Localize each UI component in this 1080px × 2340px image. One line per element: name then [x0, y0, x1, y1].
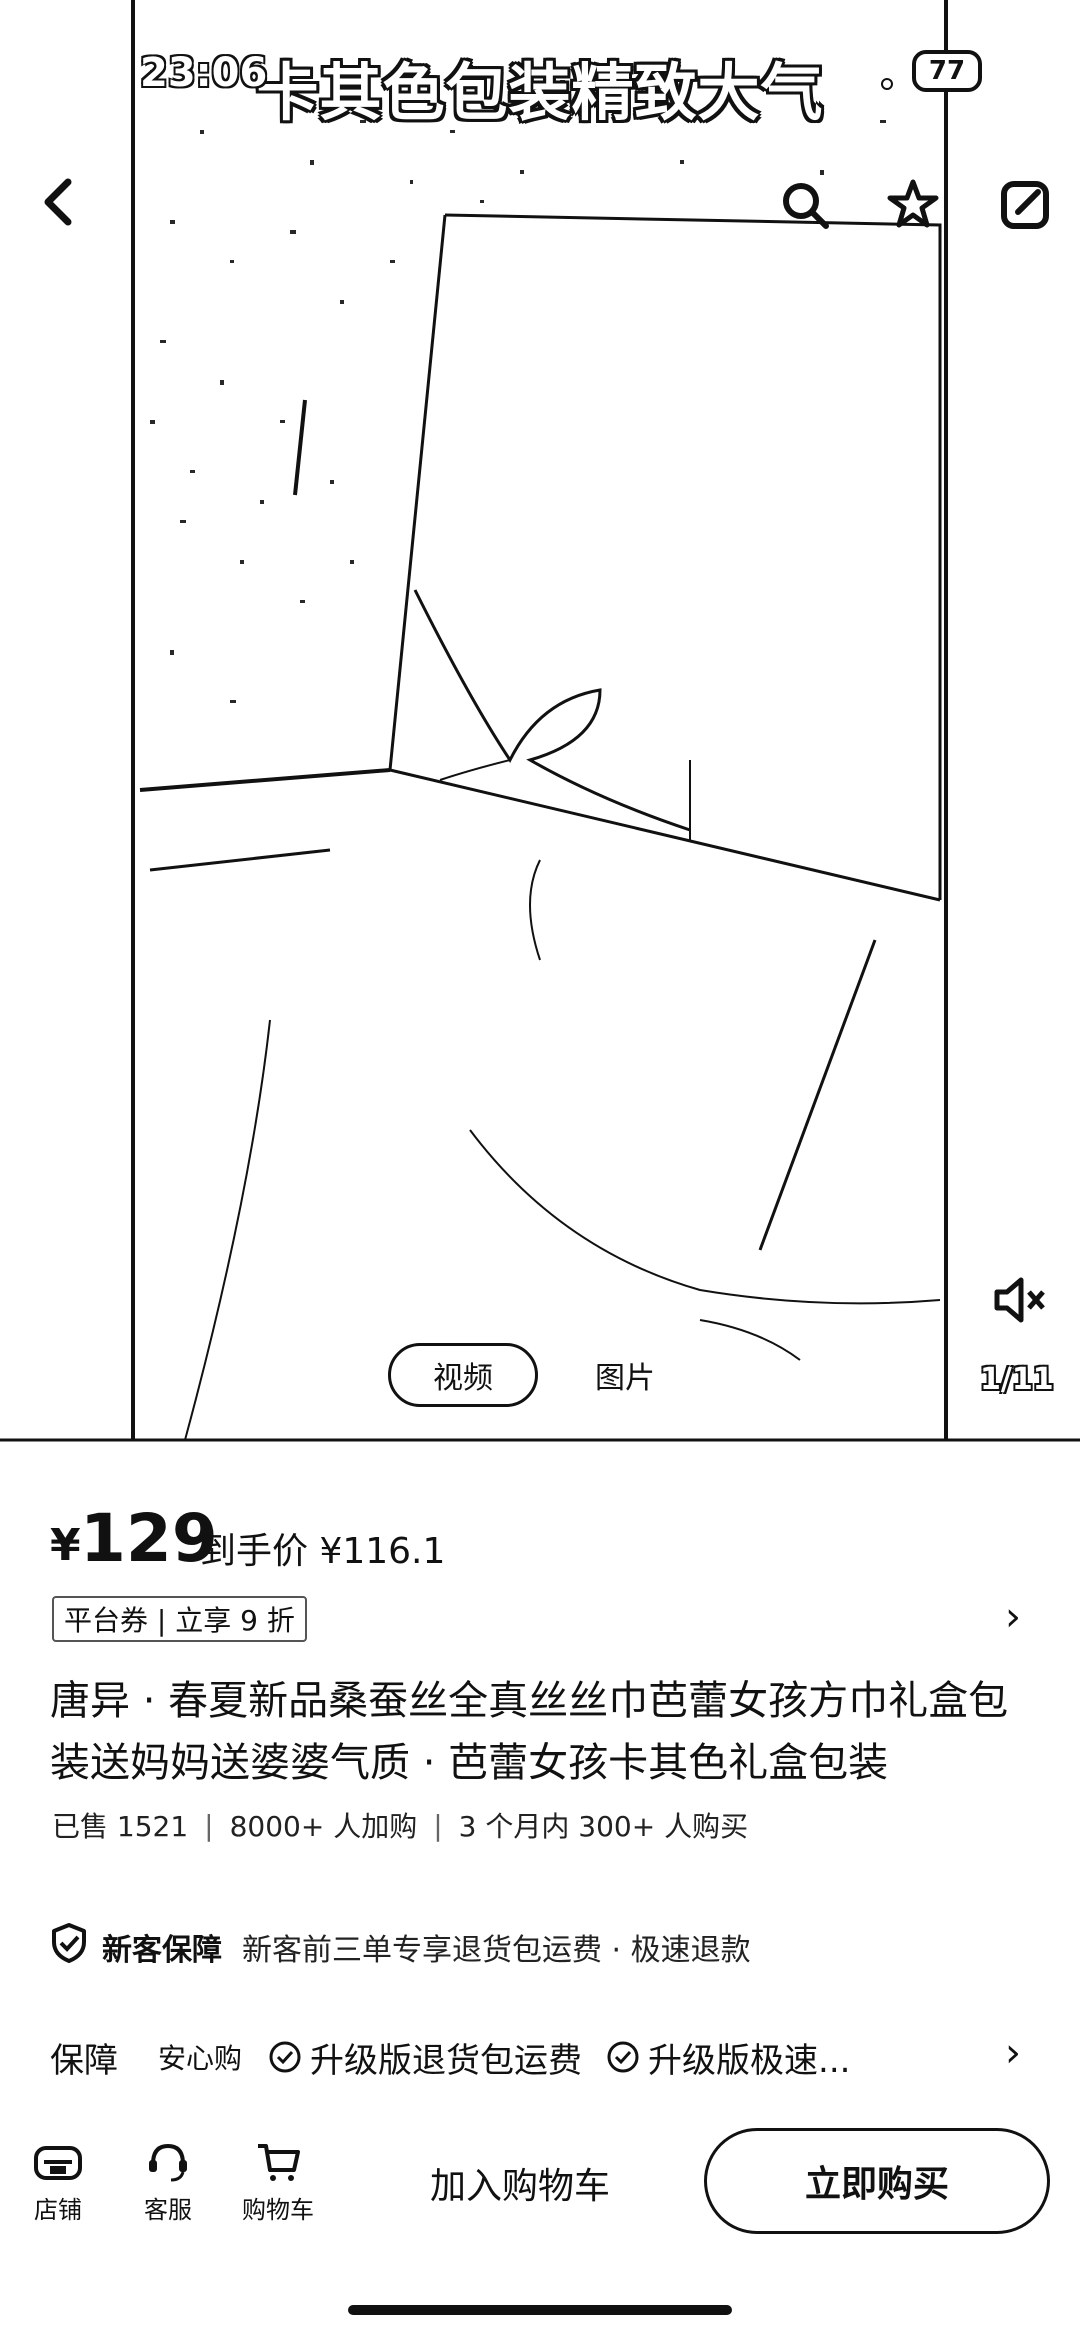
- battery-level: 77: [928, 56, 966, 86]
- coupon-badge[interactable]: 平台券 | 立享 9 折: [52, 1596, 307, 1642]
- assurance-item: 升级版极速...: [606, 2033, 850, 2082]
- product-media[interactable]: 卡其色包装精致大气 23:06 77 视频 图片 1/11: [0, 0, 1080, 1442]
- shop-button[interactable]: 店铺: [8, 2140, 108, 2225]
- assurance-sub: 安心购: [158, 2042, 243, 2075]
- mute-icon[interactable]: [984, 1270, 1054, 1330]
- share-edit-icon[interactable]: [992, 172, 1058, 238]
- shop-icon: [34, 2146, 82, 2180]
- check-circle-icon: [607, 2041, 639, 2073]
- headset-icon: [149, 2143, 187, 2182]
- chevron-right-icon[interactable]: ›: [1005, 2030, 1021, 2076]
- final-price: 到手价 ¥116.1: [200, 1531, 446, 1572]
- price-currency: ¥: [50, 1520, 81, 1571]
- cart-button[interactable]: 购物车: [228, 2140, 328, 2225]
- assurance-item: 升级版退货包运费: [268, 2033, 582, 2082]
- buy-now-button[interactable]: 立即购买: [704, 2128, 1050, 2234]
- cart-count: 8000+ 人加购: [229, 1810, 418, 1843]
- sold-count: 已售 1521: [52, 1810, 189, 1843]
- cart-icon: [258, 2144, 300, 2181]
- assurance-row[interactable]: 保障 安心购 升级版退货包运费 升级版极速...: [50, 2032, 1040, 2082]
- media-page-indicator: 1/11: [980, 1362, 1054, 1397]
- wifi-icon: [862, 52, 912, 96]
- sales-stats: 已售 1521 | 8000+ 人加购 | 3 个月内 300+ 人购买: [52, 1805, 748, 1845]
- customer-service-button[interactable]: 客服: [118, 2140, 218, 2225]
- check-circle-icon: [269, 2041, 301, 2073]
- chevron-right-icon[interactable]: ›: [1005, 1594, 1021, 1640]
- price-value: 129: [80, 1500, 218, 1577]
- tab-video[interactable]: 视频: [388, 1343, 538, 1407]
- product-title: 唐异 · 春夏新品桑蚕丝全真丝丝巾芭蕾女孩方巾礼盒包装送妈妈送婆婆气质 · 芭蕾…: [50, 1678, 1009, 1786]
- bought-count: 3 个月内 300+ 人购买: [458, 1810, 749, 1843]
- assurance-item-label: 升级版退货包运费: [310, 2040, 583, 2081]
- add-to-cart-button[interactable]: 加入购物车: [400, 2148, 640, 2218]
- guarantee-desc: 新客前三单专享退货包运费 · 极速退款: [242, 1933, 751, 1968]
- shield-check-icon: [50, 1922, 88, 1972]
- guarantee-label: 新客保障: [102, 1933, 222, 1968]
- battery-icon: 77: [912, 50, 982, 92]
- cart-label: 购物车: [242, 2196, 314, 2224]
- favorite-star-icon[interactable]: [880, 172, 946, 238]
- divider: |: [433, 1808, 443, 1842]
- new-customer-guarantee[interactable]: 新客保障 新客前三单专享退货包运费 · 极速退款: [50, 1922, 751, 1972]
- assurance-item-label: 升级版极速...: [648, 2040, 851, 2081]
- status-time: 23:06: [140, 50, 268, 96]
- back-icon[interactable]: [28, 172, 88, 232]
- tab-image[interactable]: 图片: [580, 1343, 670, 1407]
- assurance-head: 保障: [50, 2040, 118, 2081]
- shop-label: 店铺: [34, 2196, 82, 2224]
- service-label: 客服: [144, 2196, 192, 2224]
- search-icon[interactable]: [772, 172, 838, 238]
- home-indicator[interactable]: [348, 2305, 732, 2315]
- divider: |: [204, 1808, 214, 1842]
